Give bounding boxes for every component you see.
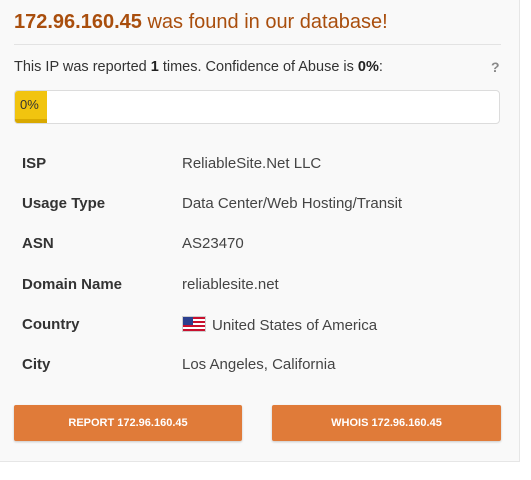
country-label: Country [22,315,80,333]
domain-name-label: Domain Name [22,275,123,293]
detail-row-usage-type: Usage Type Data Center/Web Hosting/Trans… [22,187,492,227]
domain-name-value: reliablesite.net [182,275,279,293]
asn-value: AS23470 [182,235,244,253]
title-found-text: was found in our database! [141,11,388,33]
report-suffix: : [378,59,383,75]
progress-label: 0% [20,97,39,112]
us-flag-icon [182,315,206,332]
detail-row-country: Country United States of America [22,308,492,348]
title-divider [14,44,501,45]
asn-label: ASN [22,235,54,253]
report-ip-button[interactable]: REPORT 172.96.160.45 [14,405,242,441]
flag-canton [183,316,193,325]
detail-row-city: City Los Angeles, California [22,348,492,388]
isp-label: ISP [22,155,47,172]
ip-lookup-card: 172.96.160.45 was found in our database!… [0,0,520,462]
whois-button[interactable]: WHOIS 172.96.160.45 [272,405,501,441]
detail-row-domain-name: Domain Name reliablesite.net [22,268,492,308]
confidence-value: 0% [357,59,379,75]
detail-row-asn: ASN AS23470 [22,227,492,267]
usage-type-label: Usage Type [22,195,106,213]
report-prefix: This IP was reported [14,59,151,75]
country-value: United States of America [212,316,378,334]
report-count: 1 [150,59,159,75]
confidence-progress-bar: 0% [14,90,500,124]
country-value-wrap: United States of America [182,315,378,334]
usage-type-value: Data Center/Web Hosting/Transit [182,195,403,213]
report-summary: This IP was reported 1 times. Confidence… [14,59,383,75]
isp-value: ReliableSite.Net LLC [182,155,322,172]
title-ip: 172.96.160.45 [14,11,142,33]
city-label: City [22,355,51,373]
details-table: ISP ReliableSite.Net LLC Usage Type Data… [22,147,492,388]
detail-row-isp: ISP ReliableSite.Net LLC [22,147,492,187]
city-value: Los Angeles, California [182,355,336,373]
help-icon[interactable]: ? [491,59,500,75]
report-middle: times. Confidence of Abuse is [158,59,358,75]
page-title: 172.96.160.45 was found in our database! [14,11,388,34]
